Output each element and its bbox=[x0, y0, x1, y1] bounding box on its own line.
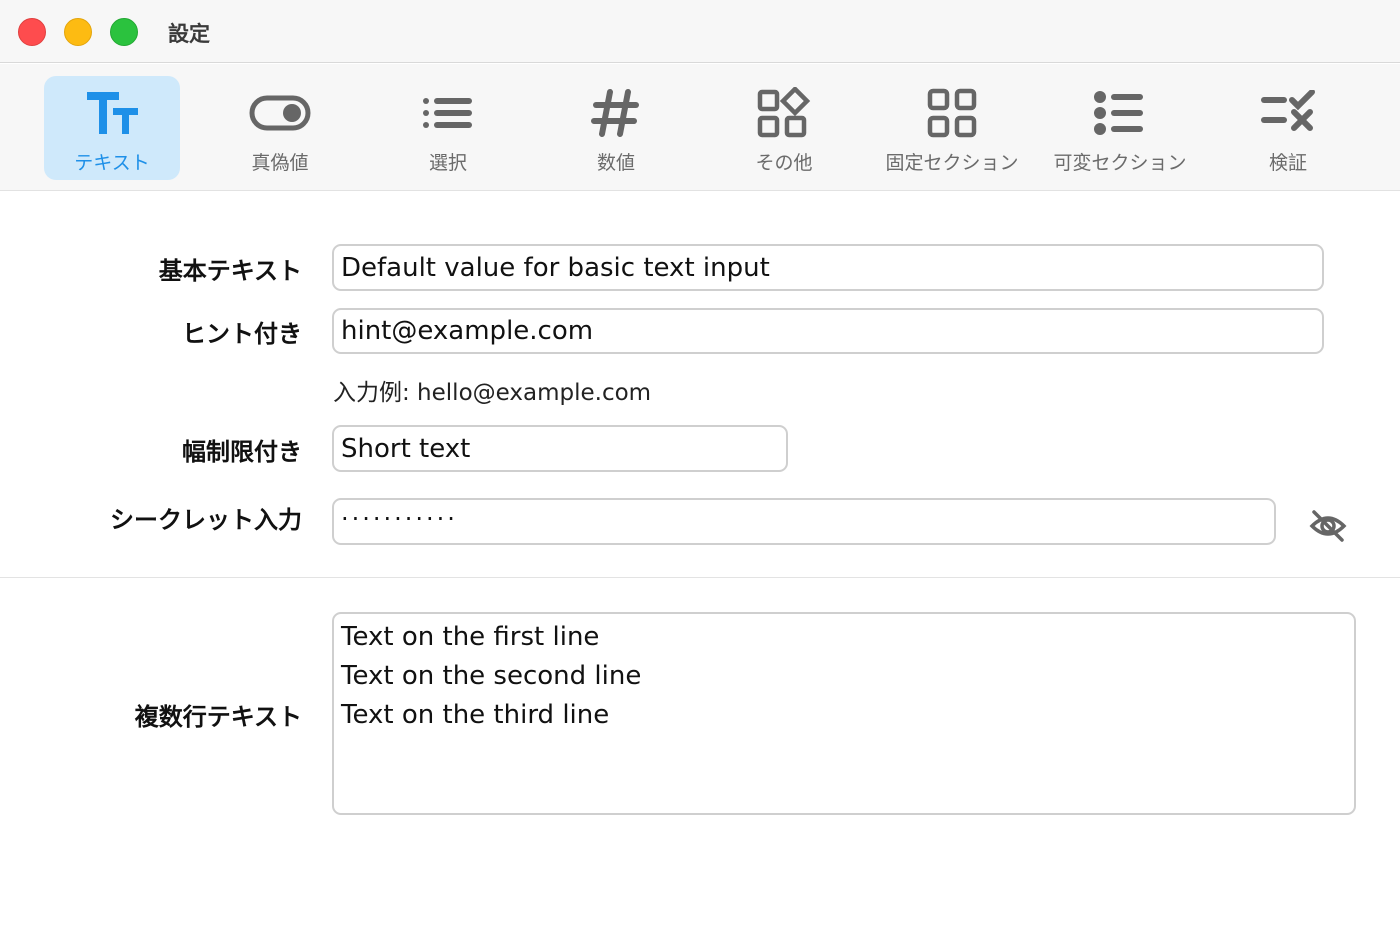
secret-input-label: シークレット入力 bbox=[110, 506, 302, 534]
toggle-icon bbox=[248, 86, 312, 140]
hint-example-text: 入力例: hello@example.com bbox=[333, 380, 652, 406]
textarea-line: Text on the second line bbox=[341, 661, 642, 691]
list-icon bbox=[416, 86, 480, 140]
tab-boolean[interactable]: 真偽値 bbox=[212, 76, 348, 180]
tab-selection[interactable]: 選択 bbox=[380, 76, 516, 180]
number-hash-icon bbox=[584, 86, 648, 140]
textarea-line: Text on the first line bbox=[341, 622, 600, 652]
checklist-validate-icon bbox=[1256, 86, 1320, 140]
section-divider bbox=[0, 577, 1400, 578]
tab-validation[interactable]: 検証 bbox=[1220, 76, 1356, 180]
tab-variable-section[interactable]: 可変セクション bbox=[1052, 76, 1188, 180]
shapes-grid-icon bbox=[752, 86, 816, 140]
width-limited-input[interactable] bbox=[332, 425, 788, 472]
textarea-line: Text on the third line bbox=[341, 700, 610, 730]
basic-text-input[interactable] bbox=[332, 244, 1324, 291]
zoom-window-button[interactable] bbox=[110, 18, 138, 46]
tab-fixed-section[interactable]: 固定セクション bbox=[884, 76, 1020, 180]
hint-email-input[interactable] bbox=[332, 308, 1324, 354]
secret-password-input[interactable]: ··········· bbox=[332, 498, 1276, 545]
tab-text[interactable]: テキスト bbox=[44, 76, 180, 180]
window-title: 設定 bbox=[168, 22, 210, 46]
text-format-icon bbox=[80, 86, 144, 140]
hint-text-label: ヒント付き bbox=[182, 320, 302, 348]
bullet-list-icon bbox=[1088, 86, 1152, 140]
width-limited-label: 幅制限付き bbox=[182, 438, 302, 466]
settings-toolbar: テキスト 真偽値 選択 数値 その他 固定セクション 可変セクション 検証 bbox=[0, 64, 1400, 191]
multiline-text-label: 複数行テキスト bbox=[134, 703, 302, 731]
tab-other[interactable]: その他 bbox=[716, 76, 852, 180]
multiline-textarea[interactable]: Text on the first line Text on the secon… bbox=[332, 612, 1356, 815]
tab-number[interactable]: 数値 bbox=[548, 76, 684, 180]
minimize-window-button[interactable] bbox=[64, 18, 92, 46]
title-bar: 設定 bbox=[0, 0, 1400, 63]
grid-icon bbox=[920, 86, 984, 140]
basic-text-label: 基本テキスト bbox=[158, 257, 302, 285]
close-window-button[interactable] bbox=[18, 18, 46, 46]
eye-slash-icon[interactable] bbox=[1309, 508, 1347, 544]
